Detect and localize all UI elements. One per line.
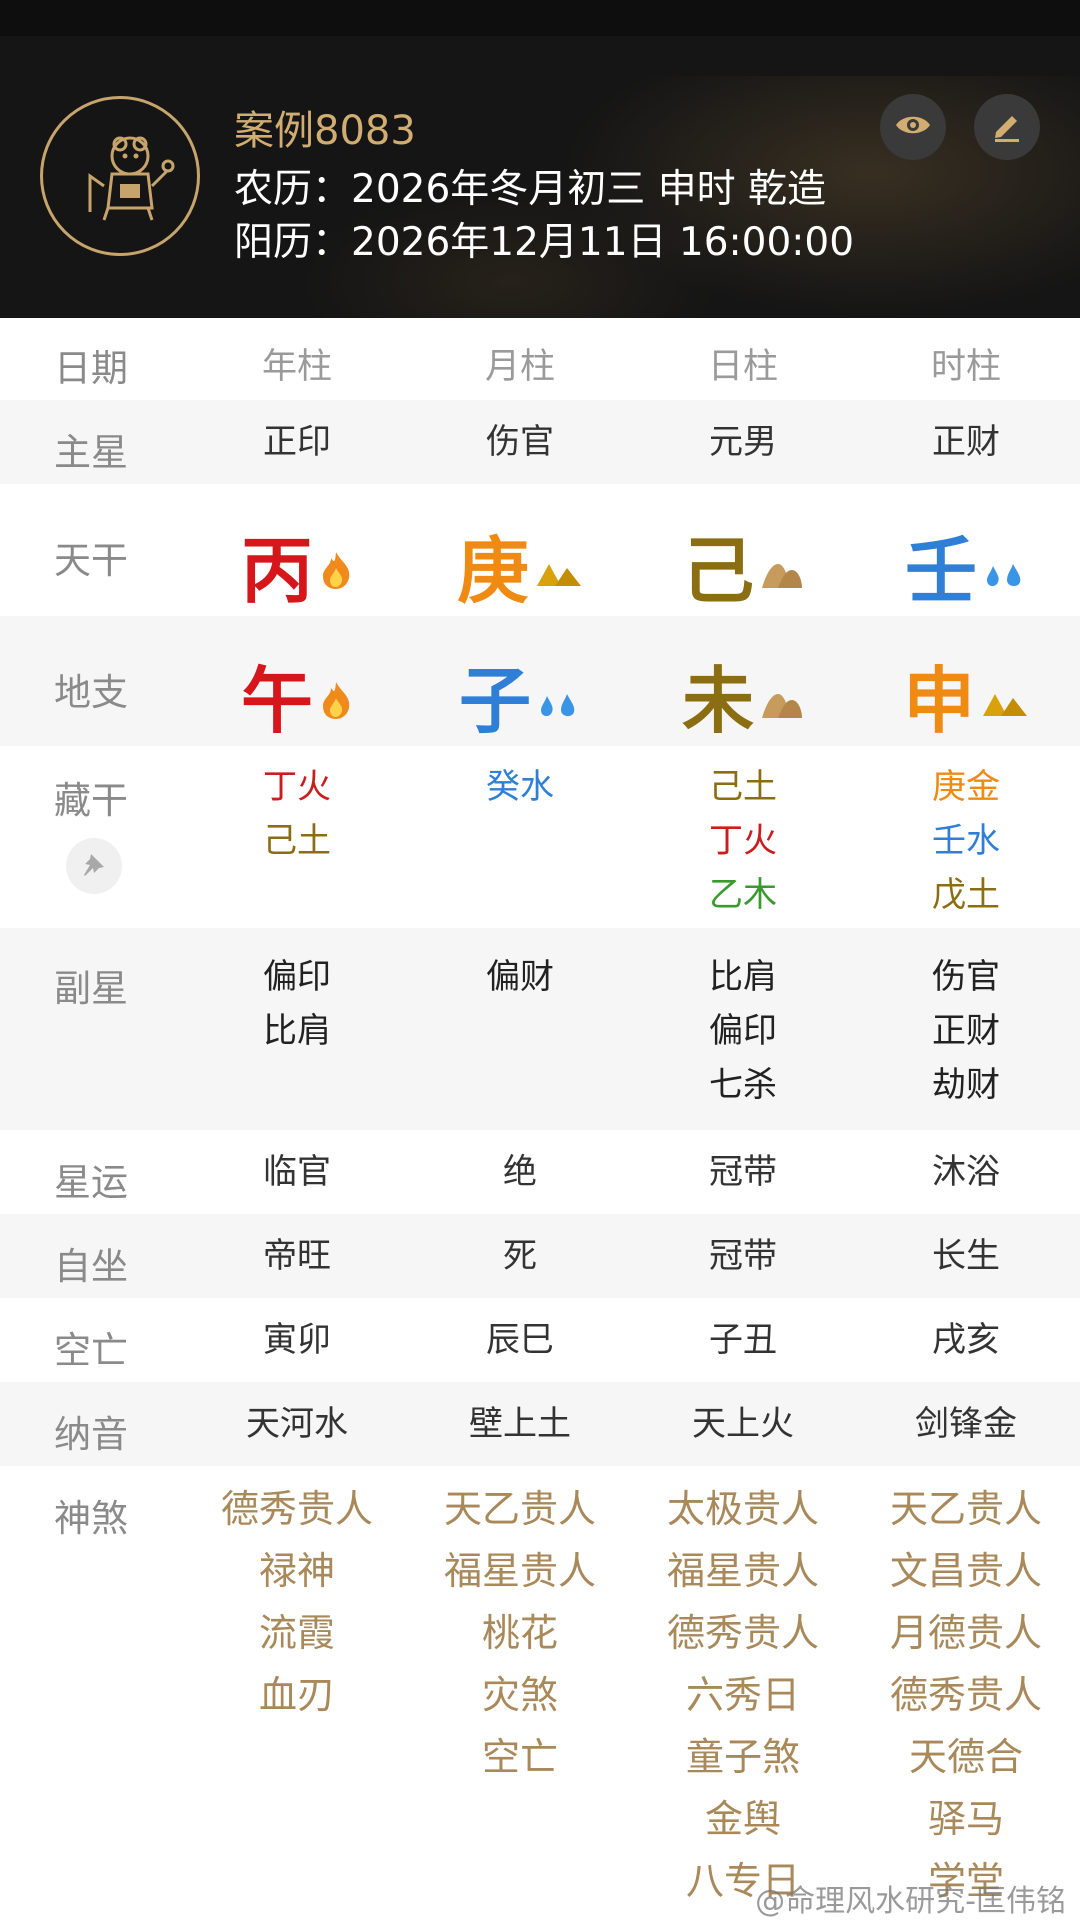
main-star-year: 正印 (263, 422, 331, 462)
main-star-month: 伤官 (486, 422, 554, 462)
lunar-date: 农历：2026年冬月初三 申时 乾造 (234, 167, 827, 212)
star-luck-day: 冠带 (709, 1152, 777, 1192)
hidden-hour: 庚金 壬水 戊土 (932, 767, 1000, 915)
sub-star-year: 偏印 比肩 (263, 957, 331, 1051)
hidden-year: 丁火 己土 (263, 767, 331, 861)
hidden-day: 己土 丁火 乙木 (709, 767, 777, 915)
label-branch: 地支 (54, 671, 128, 714)
eye-icon (894, 112, 932, 142)
solar-date: 阳历：2026年12月11日 16:00:00 (234, 220, 855, 265)
void-row: 空亡 寅卯 辰巳 子丑 戌亥 (0, 1298, 1080, 1382)
label-star-luck: 星运 (54, 1161, 128, 1204)
metal-icon (981, 653, 1029, 737)
label-void: 空亡 (54, 1329, 128, 1372)
column-hour: 时柱 (930, 347, 1001, 387)
void-day: 子丑 (709, 1320, 777, 1360)
label-nayin: 纳音 (54, 1413, 128, 1456)
sub-star-row: 副星 偏印 比肩 偏财 比肩 偏印 七杀 伤官 正财 劫财 (0, 928, 1080, 1130)
hidden-month: 癸水 (486, 767, 554, 807)
branch-day: 未 (682, 642, 804, 747)
earth-icon (760, 653, 804, 737)
fire-icon (319, 523, 353, 607)
label-main-star: 主星 (54, 431, 128, 474)
stem-day: 己 (682, 512, 804, 617)
star-luck-month: 绝 (503, 1152, 537, 1192)
shensha-year: 德秀贵人 禄神 流霞 血刃 (220, 1487, 373, 1717)
status-bar (0, 0, 1080, 36)
shensha-day: 太极贵人 福星贵人 德秀贵人 六秀日 童子煞 金舆 八专日 (666, 1487, 819, 1903)
void-month: 辰巳 (486, 1320, 554, 1360)
edit-button[interactable] (974, 94, 1040, 160)
watermark: @命理风水研究-匡伟铭 (755, 1884, 1066, 1919)
branch-year: 午 (241, 642, 353, 747)
pin-button[interactable] (66, 838, 122, 894)
column-month: 月柱 (484, 347, 555, 387)
void-hour: 戌亥 (932, 1320, 1000, 1360)
sub-star-day: 比肩 偏印 七杀 (709, 957, 777, 1105)
shensha-hour: 天乙贵人 文昌贵人 月德贵人 德秀贵人 天德合 驿马 学堂 (889, 1487, 1042, 1903)
label-hidden: 藏干 (54, 779, 128, 822)
water-icon (537, 653, 581, 737)
metal-icon (535, 523, 583, 607)
self-sit-month: 死 (503, 1236, 537, 1276)
stem-year: 丙 (241, 512, 353, 617)
shensha-row: 神煞 德秀贵人 禄神 流霞 血刃 天乙贵人 福星贵人 桃花 灾煞 空亡 太极贵人 福星贵人 德秀贵… (0, 1466, 1080, 1928)
view-button[interactable] (880, 94, 946, 160)
sub-star-month: 偏财 (486, 957, 554, 997)
nayin-hour: 剑锋金 (915, 1404, 1017, 1444)
void-year: 寅卯 (263, 1320, 331, 1360)
hidden-stem-row: 藏干 丁火 己土 癸水 己土 丁火 乙木 庚金 壬水 戊土 (0, 746, 1080, 928)
stem-hour: 壬 (905, 512, 1027, 617)
label-sub-star: 副星 (54, 967, 128, 1010)
fire-icon (319, 653, 353, 737)
self-sit-row: 自坐 帝旺 死 冠带 长生 (0, 1214, 1080, 1298)
column-header-row: 日期 年柱 月柱 日柱 时柱 (0, 320, 1080, 400)
self-sit-day: 冠带 (709, 1236, 777, 1276)
pin-icon (81, 851, 107, 881)
main-star-hour: 正财 (932, 422, 1000, 462)
label-date: 日期 (54, 347, 128, 390)
shensha-month: 天乙贵人 福星贵人 桃花 灾煞 空亡 (443, 1487, 596, 1779)
star-luck-hour: 沐浴 (932, 1152, 1000, 1192)
branch-hour: 申 (903, 642, 1029, 747)
water-icon (983, 523, 1027, 607)
nayin-month: 壁上土 (469, 1404, 571, 1444)
label-shensha: 神煞 (54, 1497, 128, 1540)
nayin-row: 纳音 天河水 壁上土 天上火 剑锋金 (0, 1382, 1080, 1466)
label-stem: 天干 (54, 539, 128, 582)
heavenly-stem-row: 天干 丙 庚 己 壬 (0, 484, 1080, 616)
branch-month: 子 (459, 642, 581, 747)
column-year: 年柱 (261, 347, 332, 387)
case-title: 案例8083 (234, 108, 416, 154)
earthly-branch-row: 地支 午 子 未 申 (0, 616, 1080, 746)
earth-icon (760, 523, 804, 607)
star-luck-row: 星运 临官 绝 冠带 沐浴 (0, 1130, 1080, 1214)
nayin-year: 天河水 (246, 1404, 348, 1444)
nayin-day: 天上火 (692, 1404, 794, 1444)
main-star-day: 元男 (709, 422, 777, 462)
self-sit-year: 帝旺 (263, 1236, 331, 1276)
sub-star-hour: 伤官 正财 劫财 (932, 957, 1000, 1105)
column-day: 日柱 (707, 347, 778, 387)
main-star-row: 主星 正印 伤官 元男 正财 (0, 400, 1080, 484)
self-sit-hour: 长生 (932, 1236, 1000, 1276)
star-luck-year: 临官 (263, 1152, 331, 1192)
label-self-sit: 自坐 (54, 1245, 128, 1288)
header: 案例8083 农历：2026年冬月初三 申时 乾造 阳历：2026年12月11日… (0, 36, 1080, 318)
stem-month: 庚 (457, 512, 583, 617)
pencil-icon (990, 108, 1024, 146)
zodiac-rat-icon[interactable] (40, 96, 200, 256)
